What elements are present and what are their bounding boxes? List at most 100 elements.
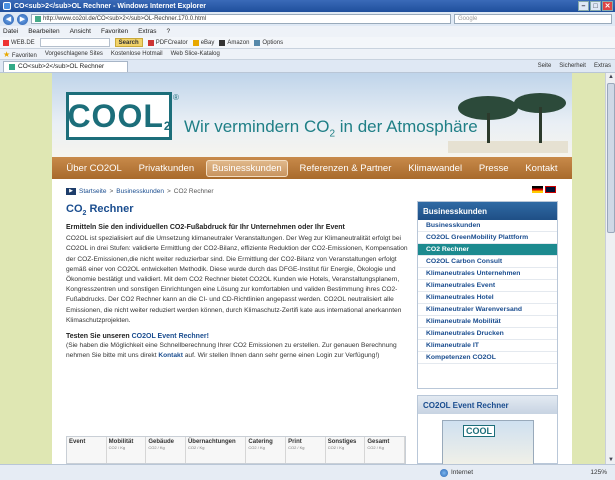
address-row: ◀ ▶ http://www.co2ol.de/CO<sub>2</sub>OL… [0,12,615,26]
sidebar-item[interactable]: Businesskunden [418,220,557,232]
col-header: Event [69,439,86,445]
title-part-a: CO [66,203,83,215]
logo-text: COOL [67,97,164,134]
sidebar-item[interactable]: Klimaneutrales Event [418,280,557,292]
search-input[interactable]: Google [454,14,612,24]
webde-brand[interactable]: WEB.DE [3,39,35,46]
back-button[interactable]: ◀ [3,13,14,25]
registered-mark: ® [173,93,179,102]
vertical-scrollbar[interactable]: ▲ ▼ [605,73,615,464]
nav-presse[interactable]: Presse [474,161,514,176]
table-col: Sonstiges CO2 / Kg [326,437,366,463]
event-rechner-link[interactable]: CO2OL Event Rechner! [132,333,209,340]
toolbar-options[interactable]: Options [254,39,284,46]
breadcrumb-startseite[interactable]: Startseite [79,188,106,195]
toolbar-amazon-label: Amazon [227,39,250,46]
ebay-icon [192,39,199,46]
status-bar: Internet 125% [0,464,615,480]
sidebar-item[interactable]: Klimaneutraler Warenversand [418,304,557,316]
scroll-up-arrow-icon[interactable]: ▲ [607,73,615,81]
address-url: http://www.co2ol.de/CO<sub>2</sub>OL-Rec… [43,16,207,22]
language-flags [532,186,556,193]
sidebar-item[interactable]: Klimaneutrales Unternehmen [418,268,557,280]
nav-businesskunden[interactable]: Businesskunden [205,159,288,177]
cmd-sicherheit[interactable]: Sicherheit [559,63,586,69]
uk-flag-icon[interactable] [545,186,556,193]
command-bar: Seite Sicherheit Extras [538,63,611,69]
menu-bearbeiten[interactable]: Bearbeiten [28,28,59,35]
address-bar[interactable]: http://www.co2ol.de/CO<sub>2</sub>OL-Rec… [31,14,451,24]
amazon-icon [219,39,226,46]
sidebar-item[interactable]: Kompetenzen CO2OL [418,352,557,364]
table-col: Event [67,437,107,463]
tab-bar: CO<sub>2</sub>OL Rechner Seite Sicherhei… [0,60,615,73]
site-slogan: Wir vermindern CO2 in der Atmosphäre [184,117,478,139]
german-flag-icon[interactable] [532,186,543,193]
play-icon: ▶ [66,187,76,195]
nav-ueber-co2ol[interactable]: Über CO2OL [61,161,126,176]
menu-help[interactable]: ? [167,28,171,35]
scrollbar-thumb[interactable] [607,83,615,233]
toolbar: WEB.DE Search PDFCreator eBay Amazon Opt… [0,37,615,49]
breadcrumb-separator: > [109,187,114,195]
sidebar-item[interactable]: Klimaneutrales Drucken [418,328,557,340]
close-button[interactable]: ✕ [602,1,613,11]
menu-ansicht[interactable]: Ansicht [70,28,91,35]
toolbar-pdfcreator-label: PDFCreator [155,39,188,46]
sidebar-item[interactable]: CO2 Rechner [418,244,557,256]
site-favicon [35,16,41,22]
webde-icon [3,39,9,46]
toolbar-amazon[interactable]: Amazon [219,39,250,46]
secondary-part-b: auf. Wir stellen Ihnen dann sehr gerne e… [182,352,380,360]
menu-datei[interactable]: Datei [3,28,18,35]
toolbar-options-label: Options [262,39,284,46]
breadcrumb-businesskunden[interactable]: Businesskunden [116,188,164,195]
nav-klimawandel[interactable]: Klimawandel [403,161,467,176]
browser-viewport: COOL 2 ® Wir vermindern CO2 in der Atmos… [0,73,605,464]
zone-label: Internet [451,469,474,476]
fav-suggested-sites[interactable]: Vorgeschlagene Sites [45,51,103,57]
table-col: Gesamt CO2 / Kg [365,437,406,463]
lead-text: Ermitteln Sie den individuellen CO2-Fußa… [66,224,345,232]
fav-hotmail[interactable]: Kostenlose Hotmail [111,51,163,57]
breadcrumb: ▶ Startseite > Businesskunden > CO2 Rech… [66,186,556,196]
favorites-label: Favoriten [11,52,37,59]
favorites-button[interactable]: ★ Favoriten [3,50,37,59]
forward-button[interactable]: ▶ [17,13,28,25]
menu-favoriten[interactable]: Favoriten [101,28,128,35]
cmd-extras[interactable]: Extras [594,63,611,69]
event-rechner-heading: CO2OL Event Rechner [418,396,557,414]
main-content: CO2 Rechner Ermitteln Sie den individuel… [66,203,411,361]
trees-illustration [448,93,568,153]
sidebar-item[interactable]: Klimaneutrale IT [418,340,557,352]
event-rechner-thumbnail[interactable]: COOL [442,420,534,464]
fav-web-slice[interactable]: Web Slice-Katalog [171,51,220,57]
main-navigation: Über CO2OL Privatkunden Businesskunden R… [52,157,572,179]
col-unit: CO2 / Kg [187,445,205,450]
cta-text: Testen Sie unseren [66,333,132,341]
sidebar-item[interactable]: CO2OL GreenMobility Plattform [418,232,557,244]
scroll-down-arrow-icon[interactable]: ▼ [607,456,615,464]
nav-kontakt[interactable]: Kontakt [520,161,562,176]
window-controls: – □ ✕ [578,1,613,11]
sidebar-item[interactable]: Klimaneutrales Hotel [418,292,557,304]
search-placeholder: Google [458,16,478,22]
minimize-button[interactable]: – [578,1,589,11]
co2ol-logo[interactable]: COOL 2 [66,92,172,140]
nav-referenzen[interactable]: Referenzen & Partner [295,161,397,176]
kontakt-link[interactable]: Kontakt [158,352,183,359]
menu-extras[interactable]: Extras [138,28,156,35]
nav-privatkunden[interactable]: Privatkunden [134,161,199,176]
maximize-button[interactable]: □ [590,1,601,11]
zoom-level[interactable]: 125% [590,469,607,476]
tab-favicon [9,63,15,70]
toolbar-search-button[interactable]: Search [114,38,143,47]
toolbar-ebay[interactable]: eBay [192,39,214,46]
toolbar-pdfcreator[interactable]: PDFCreator [147,39,188,46]
cmd-seite[interactable]: Seite [538,63,552,69]
tab-co2ol-rechner[interactable]: CO<sub>2</sub>OL Rechner [3,60,128,72]
sidebar-item[interactable]: CO2OL Carbon Consult [418,256,557,268]
sidebar-businesskunden: Businesskunden Businesskunden CO2OL Gree… [417,201,558,389]
toolbar-search-input[interactable] [39,38,110,47]
sidebar-item[interactable]: Klimaneutrale Mobilität [418,316,557,328]
